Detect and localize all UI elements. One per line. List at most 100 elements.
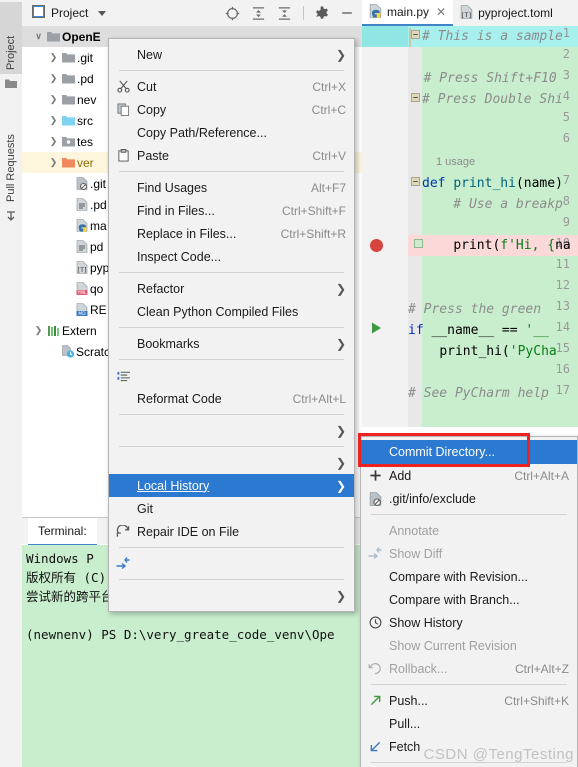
menu-item-label: Local History [137,478,210,493]
run-gutter-icon[interactable] [371,322,382,337]
usage-hint[interactable]: 1 usage [436,152,475,173]
toolbar-divider [303,6,304,20]
chevron-right-icon[interactable]: ❯ [47,52,60,63]
breakpoint-icon[interactable] [370,239,383,252]
tree-row-label: ver [77,155,94,170]
menu-item-copy[interactable]: Copy Ctrl+C [109,98,354,121]
expand-all-icon[interactable] [251,6,266,21]
git-submenu[interactable]: Commit Directory... Add Ctrl+Alt+A .git/… [360,436,578,767]
tree-row-label: src [77,113,93,128]
tree-row-label: RE [90,302,107,317]
menu-item-pull[interactable]: Pull... [361,712,577,735]
menu-item-cut[interactable]: Cut Ctrl+X [109,75,354,98]
tab-main-py[interactable]: main.py ✕ [362,0,454,26]
menu-item-add[interactable]: Add Ctrl+Alt+A [361,464,577,487]
current-line-gutter-highlight [362,26,408,47]
menu-item-label: Show History [389,615,463,630]
menu-item-label: Show Current Revision [389,638,517,653]
collapse-all-icon[interactable] [277,6,292,21]
menu-item-push[interactable]: Push... Ctrl+Shift+K [361,689,577,712]
menu-item-commit-directory[interactable]: Commit Directory... [361,440,577,464]
chevron-right-icon[interactable]: ❯ [47,136,60,147]
menu-item-shortcut: Alt+F7 [310,180,346,195]
menu-item-label: Refactor [137,281,185,296]
menu-item-shortcut: Ctrl+C [311,102,346,117]
fold-marker-icon[interactable] [411,91,420,105]
gitignore-file-icon [73,177,90,190]
fold-marker-icon[interactable] [411,28,420,42]
fold-line [409,28,411,47]
menu-separator [119,547,344,548]
menu-item-shortcut: Ctrl+Alt+A [514,468,569,483]
sidebar-item-project[interactable]: Project [0,2,22,74]
menu-item-find-usages[interactable]: Find Usages Alt+F7 [109,176,354,199]
chevron-right-icon: ❯ [335,423,346,438]
menu-item-clean-python-compiled-files[interactable]: Clean Python Compiled Files [109,300,354,323]
menu-item-inspect-code[interactable]: Inspect Code... [109,245,354,268]
menu-item-show-history[interactable]: Show History [361,611,577,634]
locate-icon[interactable] [225,6,240,21]
settings-gear-icon[interactable] [315,6,329,20]
menu-item-optimize-imports[interactable]: Reformat Code Ctrl+Alt+L [109,387,354,410]
code-line: # Press Double Shi [422,92,563,107]
fetch-arrow-icon [361,740,389,753]
tree-row-label: tes [77,134,94,149]
tab-terminal[interactable]: Terminal: [28,518,97,546]
menu-item-new[interactable]: New ❯ [109,43,354,66]
chevron-right-icon[interactable]: ❯ [47,73,60,84]
tree-row-label: .git [90,176,107,191]
menu-item-copy-path-reference[interactable]: Copy Path/Reference... [109,121,354,144]
sidebar-item-pull-requests[interactable]: Pull Requests [0,98,22,206]
menu-item-label: Git [137,501,153,516]
menu-item-shortcut: Ctrl+Alt+Z [514,661,569,676]
menu-item-label: .git/info/exclude [389,491,476,506]
python-file-icon [369,3,382,21]
terminal-prompt-line: (newnenv) PS D:\very_greate_code_venv\Op… [26,627,335,642]
chevron-down-icon[interactable] [98,10,107,16]
menu-item-reload-from-disk[interactable]: Repair IDE on File [109,520,354,543]
chevron-right-icon[interactable]: ❯ [32,325,45,336]
chevron-down-icon[interactable]: ∨ [32,31,45,42]
project-panel-header: Project [22,0,362,27]
menu-item-label: Find Usages [137,180,208,195]
fold-marker-icon[interactable] [411,175,420,189]
menu-item-compare-with[interactable] [109,552,354,575]
menu-separator [371,514,567,515]
svg-text:YML: YML [76,290,86,295]
menu-item-git[interactable]: Local History ❯ [109,474,354,497]
menu-item-label: New [137,47,163,62]
code-editor[interactable]: 1 2 3 4 5 6 7 8 9 10 11 12 13 14 15 16 1… [362,26,578,427]
tab-pyproject-toml[interactable]: [T] pyproject.toml [453,0,560,26]
code-line: # This is a sample [422,29,563,44]
menu-item-compare-with-revision[interactable]: Compare with Revision... [361,565,577,588]
editor-tab-label: pyproject.toml [478,6,553,20]
project-window-icon [32,5,45,21]
menu-separator [119,446,344,447]
hide-panel-icon[interactable] [340,6,354,20]
menu-item-find-in-files[interactable]: Find in Files... Ctrl+Shift+F [109,199,354,222]
chevron-right-icon[interactable]: ❯ [47,157,60,168]
tool-tab-label: Project [5,35,17,70]
menu-item-compare-with-branch[interactable]: Compare with Branch... [361,588,577,611]
close-icon[interactable]: ✕ [436,5,446,19]
menu-item-repair-ide-on-file[interactable]: Git [109,497,354,520]
menu-item-git-info-exclude[interactable]: .git/info/exclude [361,487,577,510]
menu-item-reformat-code[interactable] [109,364,354,387]
tree-row-label: nev [77,92,97,107]
chevron-right-icon[interactable]: ❯ [47,115,60,126]
menu-item-refactor[interactable]: Refactor ❯ [109,277,354,300]
menu-item-label: Cut [137,79,157,94]
menu-item-paste[interactable]: Paste Ctrl+V [109,144,354,167]
gitignore-file-icon [361,491,389,506]
menu-item-open-in[interactable]: ❯ [109,419,354,442]
context-menu[interactable]: New ❯ Cut Ctrl+X Copy Ctrl+C Copy Path/R… [108,38,355,612]
folder-icon [60,94,77,105]
menu-item-replace-in-files[interactable]: Replace in Files... Ctrl+Shift+R [109,222,354,245]
menu-item-bookmarks[interactable]: Bookmarks ❯ [109,332,354,355]
editor-gutter[interactable] [362,26,408,427]
folder-icon [5,78,17,92]
menu-item-local-history[interactable]: ❯ [109,451,354,474]
menu-item-label: Compare with Branch... [389,592,520,607]
menu-item-mark-directory-as[interactable]: ❯ [109,584,354,607]
chevron-right-icon[interactable]: ❯ [47,94,60,105]
